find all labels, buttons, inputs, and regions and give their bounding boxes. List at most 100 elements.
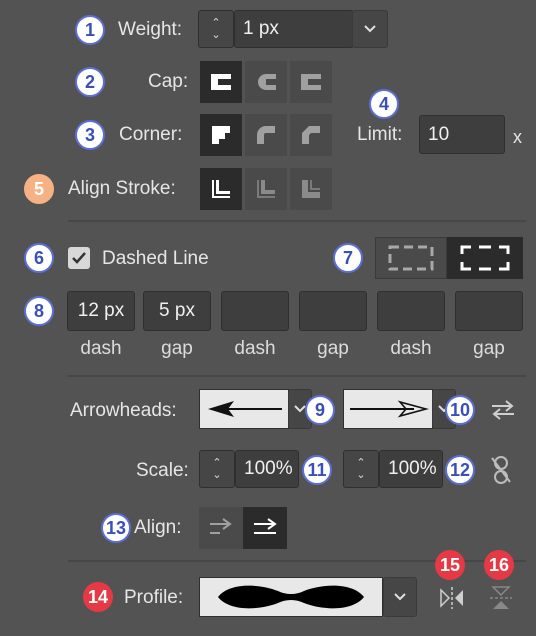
align-center-icon bbox=[212, 180, 230, 198]
weight-input[interactable]: 1 px bbox=[234, 10, 354, 48]
round-join-button[interactable] bbox=[245, 114, 287, 156]
limit-suffix: x bbox=[513, 127, 522, 147]
profile-label: Profile: bbox=[124, 587, 184, 608]
gap-1-label: gap bbox=[161, 338, 193, 359]
round-cap-button[interactable] bbox=[245, 61, 287, 103]
end-arrowhead-select[interactable] bbox=[343, 389, 433, 429]
flip-across-button[interactable] bbox=[486, 584, 516, 612]
projecting-cap-icon bbox=[301, 74, 321, 90]
start-arrowhead-select[interactable] bbox=[199, 389, 289, 429]
dashed-line-label: Dashed Line bbox=[102, 248, 209, 269]
callout-badge-1: 1 bbox=[75, 15, 105, 45]
chevron-down-icon[interactable]: ⌄ bbox=[212, 469, 221, 481]
start-scale-input[interactable]: 100% bbox=[235, 450, 299, 488]
dash-style-align-corners-button[interactable] bbox=[447, 237, 523, 279]
callout-badge-16: 16 bbox=[484, 550, 514, 580]
callout-badge-6: 6 bbox=[24, 243, 54, 273]
callout-badge-3: 3 bbox=[75, 120, 105, 150]
round-join-icon bbox=[257, 126, 275, 144]
width-profile-dropdown[interactable] bbox=[383, 577, 417, 617]
flip-vertical-icon bbox=[490, 586, 512, 609]
align-outside-icon bbox=[302, 180, 320, 198]
callout-badge-7: 7 bbox=[333, 243, 363, 273]
callout-badge-10: 10 bbox=[445, 395, 475, 425]
dash-exact-icon bbox=[388, 245, 434, 271]
arrow-place-icon bbox=[254, 518, 277, 534]
gap-2-label: gap bbox=[317, 338, 349, 359]
arrow-right-icon bbox=[350, 400, 430, 418]
end-scale-input[interactable]: 100% bbox=[379, 450, 443, 488]
miter-limit-input[interactable]: 10 bbox=[419, 115, 505, 154]
chevron-down-icon bbox=[394, 593, 406, 601]
align-stroke-center-button[interactable] bbox=[200, 168, 242, 210]
cap-label: Cap: bbox=[148, 71, 189, 92]
dash-3-input[interactable] bbox=[377, 291, 445, 331]
callout-badge-2: 2 bbox=[75, 67, 105, 97]
callout-badge-12: 12 bbox=[445, 455, 475, 485]
callout-badge-5: 5 bbox=[24, 174, 54, 204]
chevron-down-icon[interactable]: ⌄ bbox=[211, 29, 220, 41]
callout-badge-14: 14 bbox=[83, 582, 113, 612]
callout-badge-15: 15 bbox=[435, 550, 465, 580]
gap-3-label: gap bbox=[473, 338, 505, 359]
dash-align-corners-icon bbox=[460, 245, 510, 271]
arrow-tip-beyond-button[interactable] bbox=[199, 507, 243, 549]
gap-2-input[interactable] bbox=[299, 291, 367, 331]
chevron-down-icon bbox=[364, 25, 376, 33]
dash-2-input[interactable] bbox=[221, 291, 289, 331]
flip-horizontal-icon bbox=[440, 587, 463, 609]
align-label: Align: bbox=[134, 517, 182, 538]
align-inside-icon bbox=[257, 180, 275, 198]
width-profile-select[interactable] bbox=[199, 577, 383, 617]
end-scale-stepper[interactable]: ⌃ ⌄ bbox=[343, 450, 379, 488]
chevron-up-icon[interactable]: ⌃ bbox=[211, 17, 220, 29]
dash-2-label: dash bbox=[234, 338, 276, 359]
callout-badge-4: 4 bbox=[369, 89, 399, 119]
checkmark-icon bbox=[72, 252, 86, 264]
weight-stepper[interactable]: ⌃ ⌄ bbox=[198, 10, 234, 48]
section-divider bbox=[68, 220, 526, 222]
scale-label: Scale: bbox=[136, 460, 189, 481]
miter-join-button[interactable] bbox=[200, 114, 242, 156]
section-divider bbox=[68, 375, 526, 377]
callout-badge-8: 8 bbox=[24, 296, 54, 326]
weight-label: Weight: bbox=[118, 19, 183, 40]
bevel-join-button[interactable] bbox=[290, 114, 332, 156]
dashed-line-checkbox[interactable] bbox=[68, 247, 90, 269]
chevron-up-icon[interactable]: ⌃ bbox=[212, 457, 221, 469]
callout-badge-13: 13 bbox=[101, 513, 131, 543]
flip-along-button[interactable] bbox=[437, 584, 467, 612]
swap-arrows-icon bbox=[492, 400, 514, 420]
align-stroke-outside-button[interactable] bbox=[290, 168, 332, 210]
align-stroke-inside-button[interactable] bbox=[245, 168, 287, 210]
gap-3-input[interactable] bbox=[455, 291, 523, 331]
dash-style-preserve-button[interactable] bbox=[375, 237, 447, 279]
align-stroke-label: Align Stroke: bbox=[68, 178, 176, 199]
bevel-join-icon bbox=[302, 126, 320, 144]
link-scale-button[interactable] bbox=[486, 452, 516, 488]
chevron-down-icon[interactable]: ⌄ bbox=[356, 469, 365, 481]
corner-label: Corner: bbox=[119, 124, 183, 145]
butt-cap-button[interactable] bbox=[200, 61, 242, 103]
dash-3-label: dash bbox=[390, 338, 432, 359]
start-scale-stepper[interactable]: ⌃ ⌄ bbox=[199, 450, 235, 488]
arrow-extend-icon bbox=[210, 518, 232, 534]
limit-label: Limit: bbox=[357, 124, 403, 145]
dash-1-label: dash bbox=[80, 338, 122, 359]
dash-1-input[interactable]: 12 px bbox=[67, 291, 135, 331]
width-profile-shape-icon bbox=[218, 585, 364, 609]
arrow-left-icon bbox=[208, 401, 282, 417]
weight-dropdown-button[interactable] bbox=[352, 10, 388, 48]
arrowheads-label: Arrowheads: bbox=[70, 400, 177, 421]
butt-cap-icon bbox=[211, 74, 231, 90]
unlink-icon bbox=[491, 456, 511, 484]
miter-join-icon bbox=[212, 126, 230, 144]
swap-arrowheads-button[interactable] bbox=[486, 394, 520, 426]
round-cap-icon bbox=[258, 74, 276, 90]
chevron-up-icon[interactable]: ⌃ bbox=[356, 457, 365, 469]
gap-1-input[interactable]: 5 px bbox=[143, 291, 211, 331]
callout-badge-11: 11 bbox=[302, 455, 332, 485]
projecting-cap-button[interactable] bbox=[290, 61, 332, 103]
arrow-tip-at-end-button[interactable] bbox=[243, 507, 287, 549]
callout-badge-9: 9 bbox=[305, 395, 335, 425]
